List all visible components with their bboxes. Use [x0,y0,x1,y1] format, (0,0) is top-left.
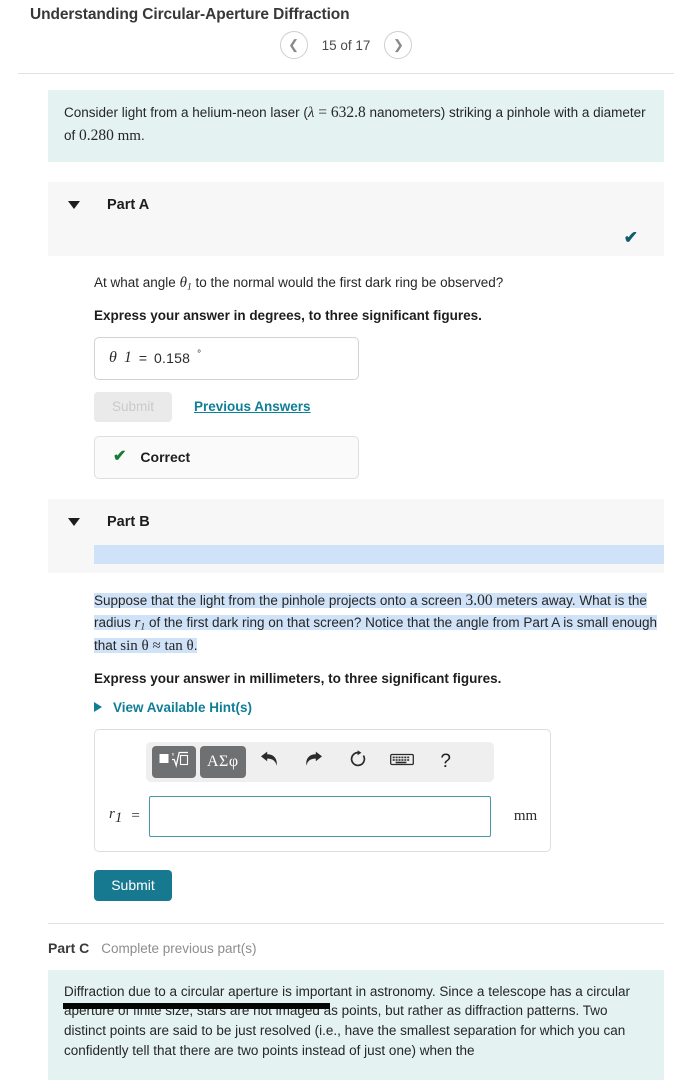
answer-theta-subscript: 1 [123,349,132,367]
header-divider [18,73,674,74]
redaction-bar [63,1003,330,1009]
partb-q-1: Suppose that the light from the pinhole … [94,592,466,608]
part-a-status-bar: ✔ [48,227,664,256]
answer-value: 0.158 [154,350,191,367]
part-a-question: At what angle θ1 to the normal would the… [94,272,664,295]
part-a-feedback: ✔ Correct [94,435,359,479]
part-c-header: Part C Complete previous part(s) [48,940,664,956]
part-b-status-bar [48,544,664,573]
diameter-value: 0.280 [79,126,114,144]
part-a-actions: Submit Previous Answers [94,391,664,422]
greek-symbols-label: ΑΣφ [207,752,239,770]
part-a-header[interactable]: Part A [48,181,664,228]
next-problem-button[interactable]: ❯ [384,31,413,59]
caret-down-icon[interactable] [68,517,80,526]
part-b-submit-button[interactable]: Submit [94,869,172,901]
part-b-answer-input[interactable] [148,795,491,837]
part-b-input-row: r1 = mm [95,795,550,837]
math-template-button[interactable]: n [152,745,196,778]
part-a-submit-button[interactable]: Submit [94,391,172,422]
help-button[interactable]: ? [426,746,466,778]
question-pre: At what angle [94,274,180,290]
redo-button[interactable] [294,746,334,778]
pagination: ❮ 15 of 17 ❯ [0,31,692,59]
view-hints-link[interactable]: View Available Hint(s) [94,700,664,715]
part-b-label: Part B [107,513,150,530]
check-icon: ✔ [623,227,638,247]
reset-icon [349,750,367,773]
intro-period: . [140,127,145,143]
intro-text-1: Consider light from a helium-neon laser … [64,105,308,120]
chevron-left-icon: ❮ [288,37,300,52]
answer-equals: = [138,350,148,367]
partb-q-4: . [193,638,198,654]
part-a-label: Part A [107,196,150,213]
page-title: Understanding Circular-Aperture Diffract… [30,6,350,23]
pagination-label: 15 of 17 [321,37,371,53]
screen-distance-value: 3.00 [465,591,493,609]
math-toolbar: n ΑΣφ ? [146,741,494,782]
view-hints-label: View Available Hint(s) [113,699,253,715]
caret-down-icon[interactable] [68,200,80,209]
part-a-body: At what angle θ1 to the normal would the… [48,256,664,479]
part-a-instruction: Express your answer in degrees, to three… [94,307,482,323]
wavelength-value: 632.8 [330,104,366,121]
feedback-label: Correct [140,449,191,466]
part-b-instruction: Express your answer in millimeters, to t… [94,670,502,686]
part-b-answer-editor: n ΑΣφ ? r1 = mm [94,728,551,852]
part-b-header[interactable]: Part B [48,498,664,545]
triangle-right-icon [94,702,102,713]
part-b-question: Suppose that the light from the pinhole … [94,589,664,658]
undo-icon [260,751,279,773]
part-c-label: Part C [48,939,90,956]
check-icon: ✔ [113,448,127,466]
answer-degree-unit: ° [197,348,202,360]
input-radius-subscript: 1 [114,810,123,827]
input-unit-mm: mm [513,807,538,824]
question-mark-icon: ? [440,750,451,772]
problem-statement: Consider light from a helium-neon laser … [48,90,664,162]
small-angle-approximation: sin θ ≈ tan θ [120,638,194,655]
part-c-divider [48,922,664,924]
part-c-note: Complete previous part(s) [101,940,257,956]
equals-symbol: = [318,104,327,121]
theta-symbol: θ [179,274,187,291]
chevron-right-icon: ❯ [392,37,404,52]
part-b-body: Suppose that the light from the pinhole … [48,573,664,901]
undo-button[interactable] [250,746,290,778]
greek-symbols-button[interactable]: ΑΣφ [200,745,246,778]
part-b-section: Part B Suppose that the light from the p… [48,498,664,901]
keyboard-button[interactable] [382,746,422,778]
selection-highlight-band [94,544,664,564]
answer-theta-symbol: θ [109,349,117,367]
part-a-section: Part A ✔ At what angle θ1 to the normal … [48,181,664,479]
previous-answers-link[interactable]: Previous Answers [194,399,311,414]
redo-icon [304,751,323,773]
previous-problem-button[interactable]: ❮ [279,31,308,59]
keyboard-icon [389,752,414,772]
svg-text:n: n [172,751,175,757]
reset-button[interactable] [338,746,378,778]
part-c-info: Diffraction due to a circular aperture i… [48,969,664,1080]
math-template-icon: n [159,750,189,774]
diameter-unit: mm [117,127,141,144]
question-post: to the normal would the first dark ring … [191,274,504,290]
part-a-answer-field[interactable]: θ1 = 0.158 ° [94,336,359,380]
input-equals: = [131,807,140,824]
problem-page: Understanding Circular-Aperture Diffract… [0,0,692,1080]
